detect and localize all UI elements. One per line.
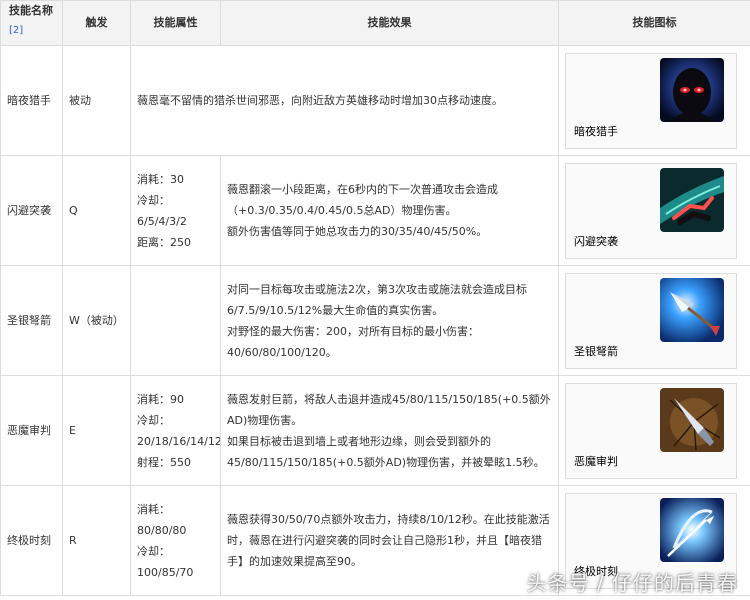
skill-attributes-cell [130,265,221,376]
skills-table: 技能名称[2] 触发 技能属性 技能效果 技能图标 暗夜猎手 被动 薇恩毫不留情… [0,0,750,596]
night-hunter-icon [660,57,724,122]
skill-icon-cell: 暗夜猎手 [558,45,750,156]
silver-bolts-icon [660,277,724,342]
skill-name-cell: 闪避突袭 [0,155,63,266]
icon-box: 暗夜猎手 [565,52,737,149]
skill-trigger-cell: 被动 [62,45,131,156]
icon-box: 闪避突袭 [565,162,737,259]
skill-icon-cell: 闪避突袭 [558,155,750,266]
skill-attributes-cell: 消耗：90 冷却：20/18/16/14/12 射程：550 [130,375,221,486]
header-effect: 技能效果 [220,0,559,46]
skill-effect-cell: 薇恩获得30/50/70点额外攻击力，持续8/10/12秒。在此技能激活时，薇恩… [220,485,559,596]
skill-attributes-cell: 消耗：30 冷却：6/5/4/3/2 距离：250 [130,155,221,266]
skill-name-cell: 圣银弩箭 [0,265,63,376]
table-header-row: 技能名称[2] 触发 技能属性 技能效果 技能图标 [0,0,750,46]
skill-icon-cell: 恶魔审判 [558,375,750,486]
table-row: 圣银弩箭 W（被动） 对同一目标每攻击或施法2次，第3次攻击或施法就会造成目标6… [0,265,750,376]
skill-effect-cell: 对同一目标每攻击或施法2次，第3次攻击或施法就会造成目标6/7.5/9/10.5… [220,265,559,376]
skill-trigger-cell: R [62,485,131,596]
skill-effect-cell: 薇恩发射巨箭，将敌人击退并造成45/80/115/150/185(+0.5额外A… [220,375,559,486]
skill-name-cell: 暗夜猎手 [0,45,63,156]
reference-link[interactable]: [2] [9,25,23,36]
icon-box: 恶魔审判 [565,382,737,479]
skill-name-cell: 终极时刻 [0,485,63,596]
header-icon: 技能图标 [558,0,750,46]
skill-trigger-cell: W（被动） [62,265,131,376]
icon-label: 恶魔审判 [574,454,618,468]
icon-box: 圣银弩箭 [565,272,737,369]
table-row: 恶魔审判 E 消耗：90 冷却：20/18/16/14/12 射程：550 薇恩… [0,375,750,486]
final-hour-icon [660,497,724,562]
skill-icon-cell: 圣银弩箭 [558,265,750,376]
skill-effect-cell: 薇恩毫不留情的猎杀世间邪恶，向附近敌方英雄移动时增加30点移动速度。 [130,45,559,156]
condemn-icon [660,387,724,452]
icon-label: 暗夜猎手 [574,124,618,138]
watermark: 头条号 / 仔仔的后青春 [526,571,738,595]
skill-effect-cell: 薇恩翻滚一小段距离，在6秒内的下一次普通攻击会造成（+0.3/0.35/0.4/… [220,155,559,266]
tumble-icon [660,167,724,232]
skill-trigger-cell: E [62,375,131,486]
table-row: 暗夜猎手 被动 薇恩毫不留情的猎杀世间邪恶，向附近敌方英雄移动时增加30点移动速… [0,45,750,156]
icon-label: 闪避突袭 [574,234,618,248]
header-trigger: 触发 [62,0,131,46]
table-row: 闪避突袭 Q 消耗：30 冷却：6/5/4/3/2 距离：250 薇恩翻滚一小段… [0,155,750,266]
icon-label: 圣银弩箭 [574,344,618,358]
skill-name-cell: 恶魔审判 [0,375,63,486]
skill-attributes-cell: 消耗：80/80/80 冷却：100/85/70 [130,485,221,596]
header-skill-name: 技能名称[2] [0,0,63,46]
skill-trigger-cell: Q [62,155,131,266]
header-attributes: 技能属性 [130,0,221,46]
